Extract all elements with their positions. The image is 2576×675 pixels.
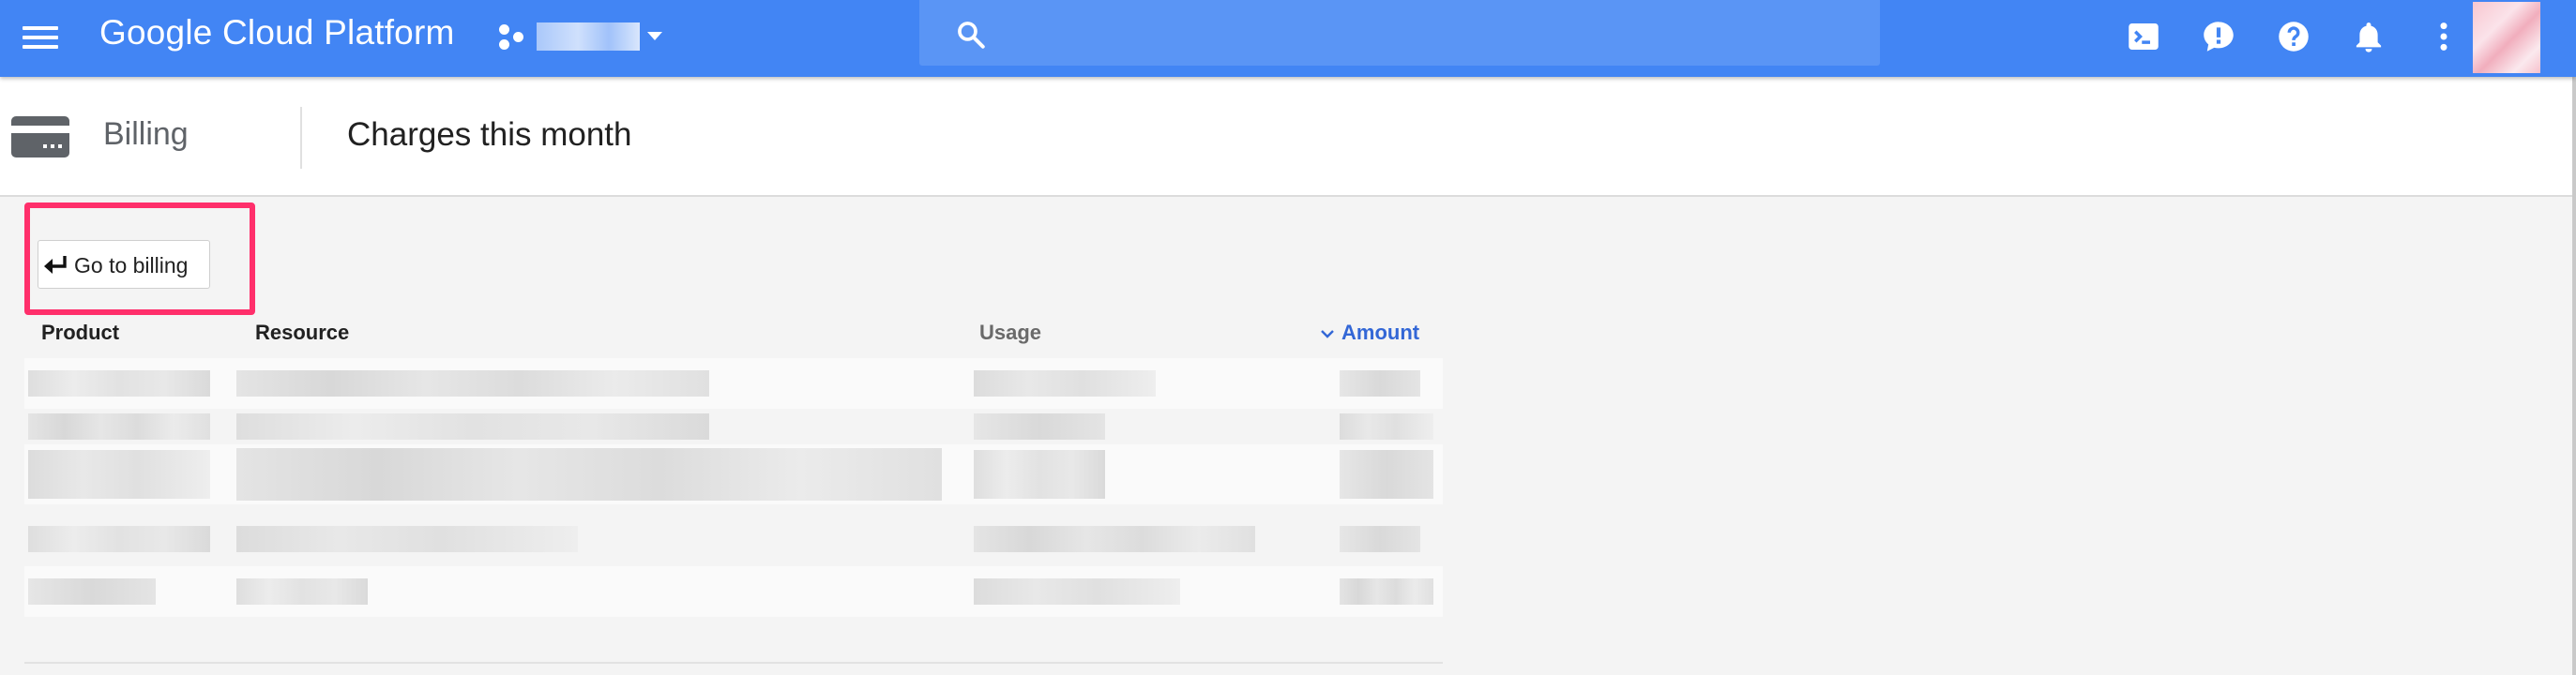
cell-redacted (28, 370, 210, 397)
chevron-down-icon (647, 32, 662, 40)
column-header-usage[interactable]: Usage (979, 321, 1041, 345)
page-header: Billing Charges this month (0, 77, 2576, 197)
cell-redacted (236, 448, 942, 501)
table-bottom-border (24, 662, 1443, 664)
app-bar: Google Cloud Platform (0, 0, 2576, 77)
header-divider (300, 107, 302, 169)
cell-redacted (236, 413, 709, 440)
cell-redacted (1340, 526, 1420, 552)
credit-card-icon (11, 116, 69, 158)
cell-redacted (28, 526, 210, 552)
cell-redacted (974, 370, 1156, 397)
cell-redacted (1340, 413, 1433, 440)
column-header-amount-label: Amount (1341, 321, 1420, 344)
table-row[interactable] (24, 514, 1443, 564)
cell-redacted (1340, 370, 1420, 397)
avatar[interactable] (2473, 2, 2540, 73)
help-icon[interactable] (2274, 17, 2313, 56)
cell-redacted (974, 450, 1105, 499)
project-dots-icon (497, 22, 527, 52)
column-header-resource[interactable]: Resource (255, 321, 349, 345)
cell-redacted (236, 526, 578, 552)
search-input[interactable] (1004, 9, 1848, 56)
cell-redacted (974, 413, 1105, 440)
cell-redacted (236, 370, 709, 397)
sort-descending-icon (1321, 330, 1334, 338)
scrollbar[interactable] (2572, 77, 2576, 675)
cell-redacted (974, 578, 1180, 605)
more-vert-icon[interactable] (2424, 17, 2463, 56)
section-title: Billing (103, 116, 189, 152)
cell-redacted (236, 578, 368, 605)
cell-redacted (1340, 578, 1433, 605)
menu-icon[interactable] (23, 19, 62, 58)
search-bar[interactable] (919, 0, 1880, 66)
go-to-billing-button[interactable]: Go to billing (38, 240, 210, 289)
table-row[interactable] (24, 566, 1443, 617)
project-name-redacted (537, 22, 640, 51)
search-icon (958, 22, 985, 49)
cell-redacted (974, 526, 1255, 552)
cell-redacted (1340, 450, 1433, 499)
notifications-icon[interactable] (2349, 17, 2388, 56)
column-header-product[interactable]: Product (41, 321, 119, 345)
page-title: Charges this month (347, 116, 632, 153)
go-to-billing-label: Go to billing (74, 253, 189, 278)
cell-redacted (28, 578, 156, 605)
project-selector[interactable] (497, 17, 666, 62)
app-title[interactable]: Google Cloud Platform (99, 13, 455, 52)
cloud-shell-icon[interactable] (2124, 17, 2163, 56)
back-arrow-icon (44, 256, 67, 274)
table-row[interactable] (24, 444, 1443, 504)
column-header-amount[interactable]: Amount (1319, 321, 1419, 345)
feedback-icon[interactable] (2199, 17, 2238, 56)
cell-redacted (28, 413, 210, 440)
cell-redacted (28, 450, 210, 499)
